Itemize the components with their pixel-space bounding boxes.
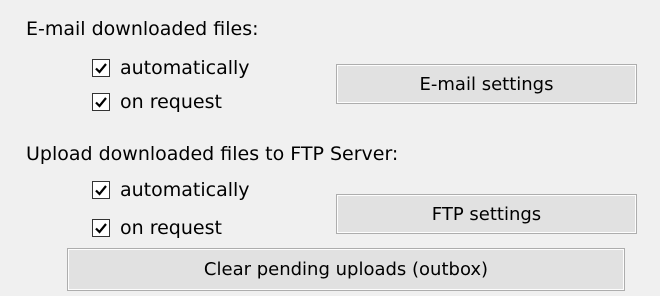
email-automatically-label: automatically — [120, 57, 250, 79]
check-icon — [95, 63, 107, 74]
ftp-settings-button[interactable]: FTP settings — [336, 194, 637, 234]
email-on-request-checkbox-row[interactable]: on request — [92, 90, 222, 114]
clear-pending-uploads-button[interactable]: Clear pending uploads (outbox) — [67, 248, 625, 291]
ftp-automatically-label: automatically — [120, 179, 250, 201]
check-icon — [95, 223, 107, 234]
check-icon — [95, 97, 107, 108]
email-on-request-label: on request — [120, 91, 222, 113]
email-automatically-checkbox[interactable] — [92, 59, 110, 77]
email-automatically-checkbox-row[interactable]: automatically — [92, 56, 250, 80]
email-settings-button[interactable]: E-mail settings — [336, 64, 637, 104]
email-on-request-checkbox[interactable] — [92, 93, 110, 111]
ftp-on-request-checkbox-row[interactable]: on request — [92, 216, 222, 240]
email-section-heading: E-mail downloaded files: — [26, 18, 259, 40]
ftp-section-heading: Upload downloaded files to FTP Server: — [26, 143, 399, 165]
ftp-automatically-checkbox[interactable] — [92, 181, 110, 199]
ftp-automatically-checkbox-row[interactable]: automatically — [92, 178, 250, 202]
ftp-on-request-checkbox[interactable] — [92, 219, 110, 237]
ftp-on-request-label: on request — [120, 217, 222, 239]
check-icon — [95, 185, 107, 196]
